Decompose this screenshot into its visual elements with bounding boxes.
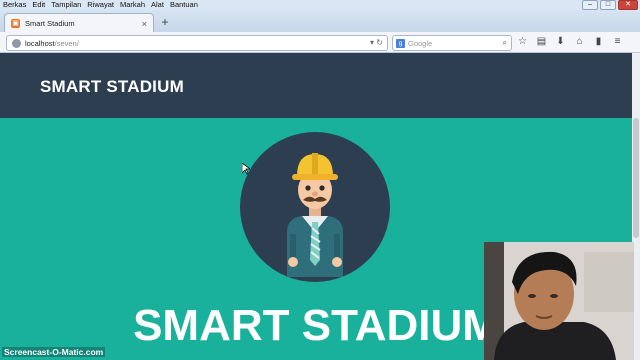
minimize-icon[interactable]: – bbox=[582, 0, 598, 10]
tab-close-icon[interactable]: × bbox=[142, 19, 147, 29]
menu-berkas[interactable]: Berkas bbox=[0, 0, 29, 10]
site-header: SMART STADIUM bbox=[0, 53, 632, 118]
url-path: /seven/ bbox=[54, 38, 79, 48]
menu-bantuan[interactable]: Bantuan bbox=[167, 0, 201, 10]
nav-bar: localhost/seven/ ▾ ↻ g Google ⌕ ☆ ▤ ⬇ ⌂ … bbox=[0, 32, 640, 53]
globe-icon bbox=[12, 38, 21, 48]
home-icon[interactable]: ⌂ bbox=[573, 35, 586, 49]
avatar bbox=[240, 132, 390, 282]
tab-title: Smart Stadium bbox=[25, 19, 75, 28]
menu-alat[interactable]: Alat bbox=[148, 0, 167, 10]
clipboard-icon[interactable]: ▤ bbox=[535, 35, 548, 49]
maximize-icon[interactable]: □ bbox=[600, 0, 616, 10]
menu-riwayat[interactable]: Riwayat bbox=[84, 0, 117, 10]
download-icon[interactable]: ⬇ bbox=[554, 35, 567, 49]
scrollbar-thumb[interactable] bbox=[633, 118, 639, 238]
toolbar-icons: ☆ ▤ ⬇ ⌂ ▮ ≡ bbox=[516, 35, 624, 49]
menu-icon[interactable]: ≡ bbox=[611, 35, 624, 49]
url-text: localhost/seven/ bbox=[25, 39, 79, 48]
window-controls: – □ ✕ bbox=[582, 0, 638, 10]
site-brand[interactable]: SMART STADIUM bbox=[40, 77, 184, 97]
bookmark-star-icon[interactable]: ☆ bbox=[516, 35, 529, 49]
mouse-cursor-icon bbox=[241, 162, 252, 177]
url-bar[interactable]: localhost/seven/ ▾ ↻ bbox=[6, 35, 388, 51]
reload-icon[interactable]: ▾ ↻ bbox=[370, 36, 383, 50]
tab-smart-stadium[interactable]: ▣ Smart Stadium × bbox=[4, 13, 154, 33]
bookmarks-icon[interactable]: ▮ bbox=[592, 35, 605, 49]
favicon-icon: ▣ bbox=[11, 19, 20, 28]
new-tab-button[interactable]: + bbox=[158, 15, 172, 29]
google-icon: g bbox=[396, 38, 405, 48]
menu-tampilan[interactable]: Tampilan bbox=[48, 0, 84, 10]
menu-edit[interactable]: Edit bbox=[29, 0, 48, 10]
search-box[interactable]: g Google ⌕ bbox=[392, 35, 512, 51]
webcam-overlay bbox=[484, 242, 634, 360]
search-input[interactable]: Google bbox=[408, 39, 503, 48]
close-window-icon[interactable]: ✕ bbox=[618, 0, 638, 10]
menu-markah[interactable]: Markah bbox=[117, 0, 148, 10]
search-icon[interactable]: ⌕ bbox=[503, 38, 507, 48]
tab-strip: ▣ Smart Stadium × + bbox=[0, 10, 640, 33]
watermark: Screencast-O-Matic.com bbox=[2, 347, 106, 357]
url-host: localhost bbox=[25, 38, 55, 48]
menu-bar: Berkas Edit Tampilan Riwayat Markah Alat… bbox=[0, 0, 640, 10]
